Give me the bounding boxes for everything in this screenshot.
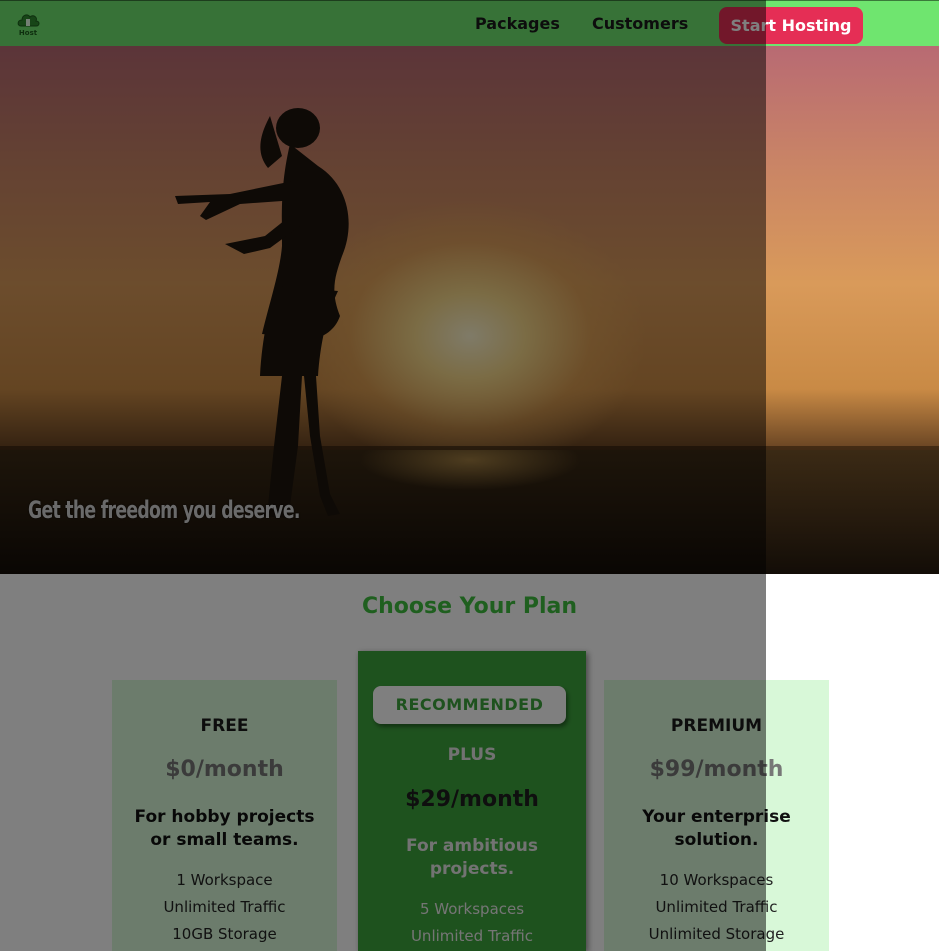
plan-description-line: or small teams. bbox=[150, 830, 299, 850]
plan-feature: 5 Workspaces bbox=[419, 900, 525, 918]
plan-name: FREE bbox=[200, 716, 249, 736]
plan-description-line: For ambitious bbox=[406, 836, 538, 856]
plan-feature: Unlimited Traffic bbox=[163, 898, 286, 916]
plan-card-free[interactable]: FREE $0/month For hobby projects or smal… bbox=[112, 680, 337, 951]
plans-title: Choose Your Plan bbox=[361, 594, 578, 619]
plan-feature: Unlimited Storage bbox=[648, 925, 785, 943]
plan-feature: Unlimited Traffic bbox=[655, 898, 778, 916]
plan-card-plus[interactable]: RECOMMENDED PLUS $29/month For ambitious… bbox=[358, 651, 586, 951]
plan-description: For hobby projects or small teams. bbox=[122, 806, 327, 852]
hero-section: Get the freedom you deserve. bbox=[0, 46, 939, 574]
cloud-logo-icon[interactable]: Host bbox=[15, 10, 41, 38]
sun-reflection bbox=[360, 450, 580, 520]
plan-feature: 10GB Storage bbox=[172, 925, 277, 943]
start-hosting-button[interactable]: Start Hosting bbox=[719, 7, 863, 44]
plan-price: $0/month bbox=[165, 757, 284, 782]
plan-price: $99/month bbox=[649, 757, 784, 782]
plan-description-line: For hobby projects bbox=[134, 807, 315, 827]
plan-feature: Unlimited Traffic bbox=[410, 927, 534, 945]
plan-description: Your enterprise solution. bbox=[614, 806, 819, 852]
recommended-badge: RECOMMENDED bbox=[373, 686, 566, 724]
plan-name: PREMIUM bbox=[670, 716, 763, 736]
plan-name: PLUS bbox=[447, 745, 497, 765]
hero-tagline: Get the freedom you deserve. bbox=[28, 496, 300, 524]
woman-silhouette-image bbox=[175, 108, 349, 518]
plan-description: For ambitious projects. bbox=[368, 835, 576, 881]
plan-price: $29/month bbox=[405, 787, 539, 812]
plan-card-premium[interactable]: PREMIUM $99/month Your enterprise soluti… bbox=[604, 680, 829, 951]
plan-feature: 1 Workspace bbox=[176, 871, 273, 889]
nav-customers-link[interactable]: Customers bbox=[592, 14, 688, 33]
plan-description-line: Your enterprise bbox=[642, 807, 791, 827]
logo-text: Host bbox=[19, 29, 38, 37]
plan-description-line: projects. bbox=[429, 859, 515, 879]
plan-description-line: solution. bbox=[674, 830, 759, 850]
plan-feature: 10 Workspaces bbox=[659, 871, 774, 889]
main-header: Host Packages Customers Start Hosting bbox=[0, 0, 939, 46]
nav-packages-link[interactable]: Packages bbox=[475, 14, 560, 33]
